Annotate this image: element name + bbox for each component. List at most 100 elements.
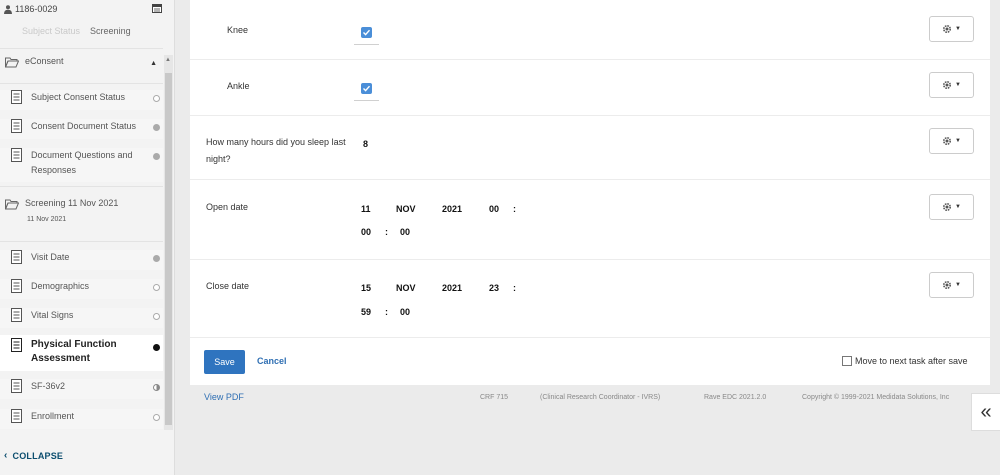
scrollbar-thumb[interactable] [165,73,172,425]
move-next-option[interactable]: Move to next task after save [842,356,968,366]
document-icon [11,379,22,393]
close-second[interactable]: 00 [400,307,410,317]
form-row-ankle: Ankle ▼ [190,60,990,116]
status-dot [153,284,160,291]
sidebar-item-label: Vital Signs [31,310,74,320]
folder-open-icon [5,199,19,210]
crf-label: CRF 715 [480,394,509,401]
caret-down-icon: ▼ [955,282,961,288]
gear-icon [943,24,952,34]
move-next-checkbox[interactable] [842,356,852,366]
gear-icon [943,136,952,146]
folder-sub-date: 11 Nov 2021 [27,216,67,223]
question-label: Ankle [227,81,250,91]
gear-menu-button[interactable]: ▼ [929,128,974,154]
divider [0,241,163,242]
question-label: Open date [206,202,249,212]
time-separator: : [385,307,388,317]
time-separator: : [513,204,516,214]
sidebar-item-label: Consent Document Status [31,121,137,131]
status-dot [153,95,160,102]
folder-screening[interactable]: Screening 11 Nov 2021 11 Nov 2021 [0,198,163,236]
sidebar-item-label: Visit Date [31,252,70,262]
close-day[interactable]: 15 [361,283,371,293]
status-dot [153,313,160,320]
open-day[interactable]: 11 [361,204,371,214]
form-row-knee: Knee ▼ [190,0,990,60]
divider [0,48,163,49]
status-dot [153,414,160,421]
sidebar-item-subject-consent-status[interactable]: Subject Consent Status [0,90,163,110]
open-year[interactable]: 2021 [442,204,462,214]
divider [0,186,163,187]
gear-menu-button[interactable]: ▼ [929,72,974,98]
sidebar-item-label: Demographics [31,281,90,291]
folder-econsent[interactable]: eConsent ▲ [0,56,163,82]
sidebar-item-vital-signs[interactable]: Vital Signs [0,308,163,328]
form-panel: Knee ▼ Ankle ▼ How many hours did you sl… [190,0,990,385]
folder-open-icon [5,57,19,68]
move-next-label: Move to next task after save [855,356,968,366]
open-hour[interactable]: 00 [489,204,499,214]
tab-screening[interactable]: Screening [90,26,131,36]
folder-label: eConsent [25,56,64,66]
sidebar-item-label: SF-36v2 [31,381,66,391]
knee-checkbox[interactable] [361,27,372,38]
sidebar-scrollbar[interactable]: ▲ [164,55,173,430]
version-label: Rave EDC 2021.2.0 [704,394,767,401]
open-month[interactable]: NOV [396,204,416,214]
gear-menu-button[interactable]: ▼ [929,272,974,298]
gear-menu-button[interactable]: ▼ [929,16,974,42]
sidebar-item-physical-function-assessment[interactable]: Physical Function Assessment [0,335,163,371]
sidebar: 1186-0029 Subject Status Screening eCons… [0,0,175,475]
copyright-label: Copyright © 1999-2021 Medidata Solutions… [802,394,950,401]
view-pdf-link[interactable]: View PDF [204,392,244,402]
caret-down-icon: ▼ [955,82,961,88]
ankle-checkbox[interactable] [361,83,372,94]
open-second[interactable]: 00 [400,227,410,237]
document-icon [11,148,22,162]
sidebar-item-document-questions[interactable]: Document Questions and Responses [0,148,163,182]
question-label: Close date [206,281,250,291]
open-minute[interactable]: 00 [361,227,371,237]
status-dot [153,384,160,391]
document-icon [11,308,22,322]
expand-panel-button[interactable]: « [971,393,1000,431]
question-label: Knee [227,25,249,35]
cancel-link[interactable]: Cancel [257,356,287,366]
subject-id: 1186-0029 [15,4,58,14]
document-icon [11,279,22,293]
caret-down-icon: ▼ [955,204,961,210]
form-row-sleep-hours: How many hours did you sleep last night?… [190,116,990,180]
gear-menu-button[interactable]: ▼ [929,194,974,220]
folder-label: Screening 11 Nov 2021 [25,198,119,208]
collapse-button[interactable]: ‹ COLLAPSE [4,450,63,461]
person-icon [4,4,12,14]
save-button[interactable]: Save [204,350,245,374]
sidebar-item-consent-document-status[interactable]: Consent Document Status [0,119,163,139]
document-icon [11,119,22,133]
sidebar-item-label: Enrollment [31,411,75,421]
sidebar-item-demographics[interactable]: Demographics [0,279,163,299]
status-dot [153,344,160,351]
double-chevron-left-icon: « [980,400,992,423]
status-dot [153,124,160,131]
caret-down-icon: ▼ [955,26,961,32]
sidebar-item-enrollment[interactable]: Enrollment [0,409,163,429]
close-hour[interactable]: 23 [489,283,499,293]
close-minute[interactable]: 59 [361,307,371,317]
field-underline [354,100,379,101]
scroll-up-icon[interactable]: ▲ [165,57,171,63]
close-month[interactable]: NOV [396,283,416,293]
chevron-left-icon: ‹ [4,450,8,461]
sidebar-item-visit-date[interactable]: Visit Date [0,250,163,270]
sleep-hours-value[interactable]: 8 [363,139,368,149]
caret-up-icon[interactable]: ▲ [150,60,157,67]
subject-header: 1186-0029 [4,2,164,16]
tab-subject-status[interactable]: Subject Status [22,26,80,36]
calendar-icon[interactable] [152,4,162,13]
sidebar-item-sf-36v2[interactable]: SF-36v2 [0,379,163,399]
form-row-open-date: Open date 11 NOV 2021 00 : 00 : 00 ▼ [190,180,990,260]
close-year[interactable]: 2021 [442,283,462,293]
caret-down-icon: ▼ [955,138,961,144]
